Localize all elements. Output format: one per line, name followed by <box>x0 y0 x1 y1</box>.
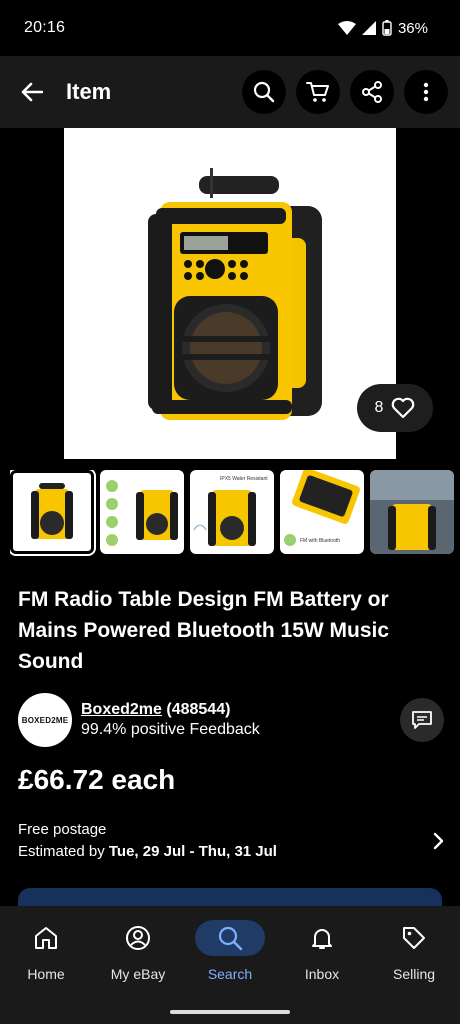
thumbnail-4[interactable]: FM with Bluetooth <box>280 470 364 554</box>
seller-feedback: 99.4% positive Feedback <box>81 721 260 738</box>
listing-title: FM Radio Table Design FM Battery or Main… <box>18 588 390 673</box>
thumbnail-1[interactable] <box>10 470 96 556</box>
heart-icon <box>392 397 415 419</box>
share-button[interactable] <box>350 70 394 114</box>
status-time: 20:16 <box>24 19 66 36</box>
nav-home-label: Home <box>27 966 65 982</box>
share-icon <box>362 81 382 103</box>
cart-icon <box>306 82 329 102</box>
status-bar: 20:16 36% <box>0 0 460 56</box>
nav-selling-label: Selling <box>392 966 436 982</box>
page-title: Item <box>66 79 112 104</box>
more-vertical-icon <box>423 82 429 102</box>
seller-logo[interactable]: BOXED2ME <box>18 693 72 747</box>
back-button[interactable] <box>12 72 52 112</box>
seller-score: (488544) <box>161 701 231 718</box>
home-icon <box>35 927 57 949</box>
price: £66.72 each <box>18 764 176 795</box>
radio-illustration <box>148 168 322 420</box>
cart-button[interactable] <box>296 70 340 114</box>
shipping-row[interactable]: Free postage Estimated by Tue, 29 Jul - … <box>18 816 444 866</box>
product-image[interactable] <box>64 128 396 459</box>
gesture-bar[interactable] <box>170 1010 290 1014</box>
nav-home[interactable]: Home <box>3 920 89 1024</box>
seller-name-link[interactable]: Boxed2me <box>81 701 162 718</box>
message-icon <box>412 711 432 729</box>
thumbnail-strip: IPX5 Water Resistant FM with Bluetooth <box>10 470 460 556</box>
chevron-right-icon <box>433 832 444 850</box>
nav-search-label: Search <box>207 966 253 982</box>
thumbnail-3[interactable]: IPX5 Water Resistant <box>190 470 274 554</box>
estimate-dates: Tue, 29 Jul - Thu, 31 Jul <box>108 843 277 860</box>
search-icon <box>218 926 243 951</box>
thumbnail-5[interactable] <box>370 470 454 554</box>
nav-my-ebay[interactable]: My eBay <box>95 920 181 1024</box>
thumbnail-3-caption: IPX5 Water Resistant <box>220 476 268 482</box>
thumbnail-2[interactable] <box>100 470 184 554</box>
app-bar: Item <box>0 56 460 128</box>
nav-my-ebay-label: My eBay <box>110 966 166 982</box>
account-icon <box>126 926 150 950</box>
status-icons: 36% <box>337 19 428 37</box>
thumbnail-4-caption: FM with Bluetooth <box>300 538 340 544</box>
estimate-prefix: Estimated by <box>18 843 109 860</box>
signal-icon <box>361 21 376 35</box>
search-icon <box>253 81 275 103</box>
seller-logo-text: BOXED2ME <box>21 715 69 725</box>
contact-seller-button[interactable] <box>400 698 444 742</box>
bell-icon <box>312 929 332 949</box>
watch-button[interactable]: 8 <box>357 384 433 432</box>
postage-text: Free postage <box>18 821 107 838</box>
more-options-button[interactable] <box>404 70 448 114</box>
watch-count: 8 <box>374 399 384 416</box>
nav-inbox[interactable]: Inbox <box>279 920 365 1024</box>
tag-icon <box>403 927 425 949</box>
battery-percent: 36% <box>397 19 428 37</box>
nav-inbox-label: Inbox <box>304 966 340 982</box>
arrow-left-icon <box>21 82 43 102</box>
battery-icon <box>382 20 392 36</box>
seller-card: BOXED2ME Boxed2me (488544) 99.4% positiv… <box>18 692 444 748</box>
nav-selling[interactable]: Selling <box>371 920 457 1024</box>
wifi-icon <box>337 21 356 35</box>
nav-search[interactable]: Search <box>187 920 273 1024</box>
search-button[interactable] <box>242 70 286 114</box>
bottom-navigation: Home My eBay Search Inbox Selling <box>0 906 460 1024</box>
